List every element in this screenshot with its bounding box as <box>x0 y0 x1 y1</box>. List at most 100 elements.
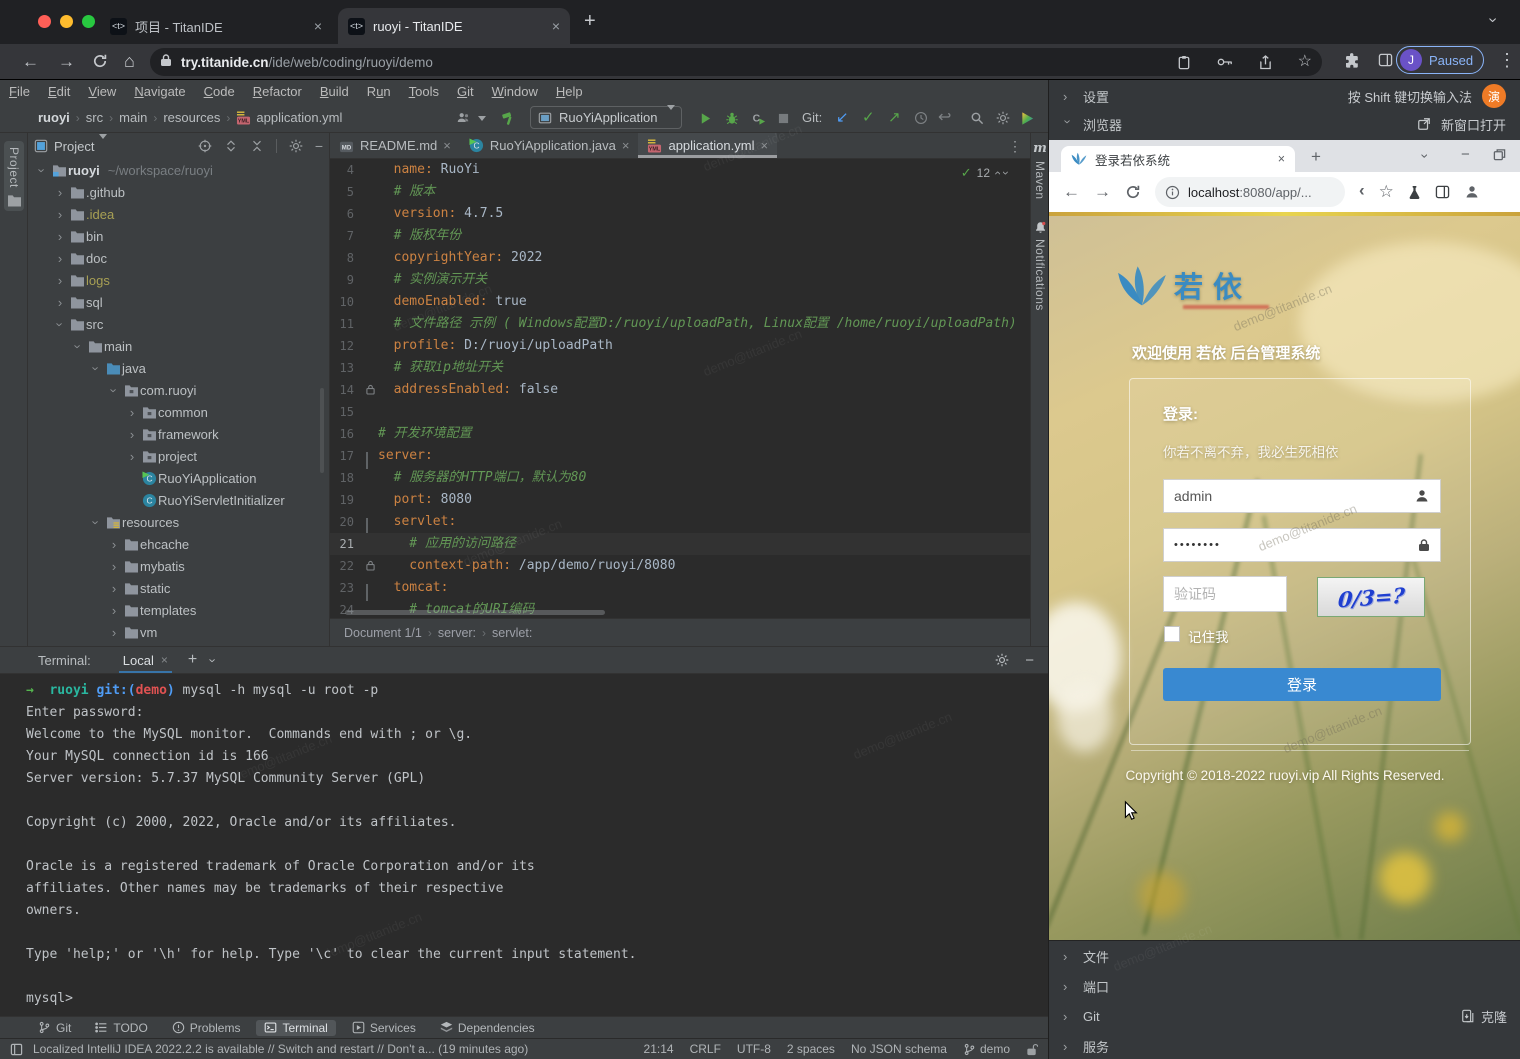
tree-item-templates[interactable]: ›templates <box>28 599 329 621</box>
code-line-14[interactable]: 14 addressEnabled: false <box>330 379 1030 401</box>
new-tab-button[interactable]: + <box>584 11 596 31</box>
code-line-6[interactable]: 6 version: 4.7.5 <box>330 203 1030 225</box>
toolwindow-button-services[interactable]: Services <box>344 1020 424 1036</box>
chevron-down-icon[interactable]: › <box>35 162 50 178</box>
status-item[interactable]: UTF-8 <box>737 1042 771 1056</box>
tree-item-mybatis[interactable]: ›mybatis <box>28 555 329 577</box>
maximize-window-button[interactable] <box>82 15 95 28</box>
tree-item-ruoyiapplication[interactable]: CRuoYiApplication <box>28 467 329 489</box>
tree-item-main[interactable]: ›main <box>28 335 329 357</box>
chevron-right-icon[interactable]: › <box>106 581 122 596</box>
terminal-tab-close-icon[interactable]: × <box>161 653 168 667</box>
code-line-18[interactable]: 18 # 服务器的HTTP端口，默认为80 <box>330 467 1030 489</box>
reload-icon[interactable] <box>1125 184 1141 200</box>
profile-chip[interactable]: J Paused <box>1396 46 1484 74</box>
minimize-window-button[interactable] <box>60 15 73 28</box>
code-line-5[interactable]: 5 # 版本 <box>330 181 1030 203</box>
code-line-11[interactable]: 11 # 文件路径 示例 ( Windows配置D:/ruoyi/uploadP… <box>330 313 1030 335</box>
breadcrumb-item[interactable]: main <box>119 110 147 125</box>
captcha-input[interactable]: 验证码 <box>1163 576 1287 612</box>
tab-close-icon[interactable]: × <box>760 138 768 153</box>
tree-item--github[interactable]: ›.github <box>28 181 329 203</box>
code-with-me-icon[interactable] <box>452 107 474 129</box>
doc-breadcrumb-item[interactable]: server: <box>438 626 476 640</box>
browser-tab-1[interactable]: <t> 项目 - TitanIDE × <box>100 8 332 44</box>
menu-code[interactable]: Code <box>195 84 244 99</box>
inspections-widget[interactable]: ✓ 12 › › <box>961 165 1008 181</box>
tree-item-doc[interactable]: ›doc <box>28 247 329 269</box>
code-line-9[interactable]: 9 # 实例演示开关 <box>330 269 1030 291</box>
project-panel-title[interactable]: Project <box>54 139 94 154</box>
address-bar[interactable]: try.titanide.cn /ide/web/coding/ruoyi/de… <box>150 48 1322 76</box>
menu-navigate[interactable]: Navigate <box>125 84 194 99</box>
menu-edit[interactable]: Edit <box>39 84 79 99</box>
editor-hscrollbar[interactable] <box>345 610 605 615</box>
git-commit-check-icon[interactable]: ✓ <box>862 108 875 126</box>
menu-run[interactable]: Run <box>358 84 400 99</box>
code-line-4[interactable]: 4 name: RuoYi <box>330 159 1030 181</box>
tree-item-src[interactable]: ›src <box>28 313 329 335</box>
reload-icon[interactable] <box>92 53 108 69</box>
toolwindow-button-git[interactable]: Git <box>30 1020 79 1036</box>
flask-icon[interactable] <box>1408 185 1421 200</box>
toolwindow-button-problems[interactable]: Problems <box>164 1020 249 1036</box>
menu-help[interactable]: Help <box>547 84 592 99</box>
hide-panel-icon[interactable]: − <box>315 138 323 154</box>
terminal-settings-gear-icon[interactable] <box>995 653 1009 667</box>
close-window-button[interactable] <box>38 15 51 28</box>
clipboard-icon[interactable] <box>1177 55 1191 70</box>
back-icon[interactable]: ← <box>1063 182 1080 202</box>
toolwindow-button-terminal[interactable]: Terminal <box>256 1020 335 1036</box>
share-icon[interactable]: › <box>1359 182 1365 202</box>
back-icon[interactable]: ← <box>22 53 39 70</box>
terminal-minimize-icon[interactable]: − <box>1025 652 1034 669</box>
panel-options-gear-icon[interactable] <box>289 139 303 153</box>
editor-tab-ruoyiapplication-java[interactable]: CRuoYiApplication.java× <box>460 133 639 158</box>
breadcrumb-item[interactable]: resources <box>163 110 220 125</box>
build-hammer-icon[interactable] <box>497 107 519 129</box>
browser-menu-kebab-icon[interactable]: ⋮ <box>1498 51 1516 69</box>
tree-item-logs[interactable]: ›logs <box>28 269 329 291</box>
chevron-right-icon[interactable]: › <box>52 207 68 222</box>
forward-icon[interactable]: → <box>1094 182 1111 202</box>
tree-item-vm[interactable]: ›vm <box>28 621 329 643</box>
run-with-coverage-icon[interactable]: C <box>748 107 770 129</box>
titan-plugin-icon[interactable] <box>1016 107 1038 129</box>
run-icon[interactable] <box>694 107 716 129</box>
settings-section-header[interactable]: › 设置 按 Shift 键切换输入法 演 <box>1049 82 1520 110</box>
git-update-icon[interactable]: ↙ <box>836 108 849 126</box>
section-服务[interactable]: ›服务 <box>1049 1031 1520 1059</box>
search-everywhere-icon[interactable] <box>966 107 988 129</box>
menu-window[interactable]: Window <box>483 84 547 99</box>
expand-all-icon[interactable] <box>224 139 238 153</box>
user-avatar[interactable]: 演 <box>1482 84 1506 108</box>
doc-breadcrumb-item[interactable]: Document 1/1 <box>344 626 422 640</box>
chevron-right-icon[interactable]: › <box>52 295 68 310</box>
side-panel-icon[interactable] <box>1378 53 1393 67</box>
git-branch-widget[interactable]: demo <box>963 1042 1010 1056</box>
extensions-puzzle-icon[interactable] <box>1344 53 1360 69</box>
terminal-output[interactable]: → ruoyi git:(demo) mysql -h mysql -u roo… <box>0 674 1048 1016</box>
code-line-12[interactable]: 12 profile: D:/ruoyi/uploadPath <box>330 335 1030 357</box>
code-line-13[interactable]: 13 # 获取ip地址开关 <box>330 357 1030 379</box>
code-line-17[interactable]: 17server: <box>330 445 1030 467</box>
history-clock-icon[interactable] <box>910 107 932 129</box>
tree-item--idea[interactable]: ›.idea <box>28 203 329 225</box>
tree-item-com-ruoyi[interactable]: ›com.ruoyi <box>28 379 329 401</box>
home-icon[interactable]: ⌂ <box>124 52 135 70</box>
new-terminal-icon[interactable]: + <box>188 651 197 669</box>
toolwindow-button-dependencies[interactable]: Dependencies <box>432 1020 543 1036</box>
open-new-window-button[interactable]: 新窗口打开 <box>1417 115 1506 134</box>
password-input[interactable]: •••••••• <box>1163 528 1441 562</box>
share-icon[interactable] <box>1259 55 1272 70</box>
tree-item-framework[interactable]: ›framework <box>28 423 329 445</box>
browser-section-header[interactable]: › 浏览器 新窗口打开 <box>1049 110 1520 138</box>
code-line-19[interactable]: 19 port: 8080 <box>330 489 1030 511</box>
tab-close-icon[interactable]: × <box>443 138 451 153</box>
menu-tools[interactable]: Tools <box>400 84 448 99</box>
status-message[interactable]: Localized IntelliJ IDEA 2022.2.2 is avai… <box>33 1042 528 1056</box>
status-item[interactable]: CRLF <box>690 1042 721 1056</box>
tree-item-common[interactable]: ›common <box>28 401 329 423</box>
chevron-down-icon[interactable]: › <box>89 514 104 530</box>
tree-scrollbar[interactable] <box>320 388 324 473</box>
